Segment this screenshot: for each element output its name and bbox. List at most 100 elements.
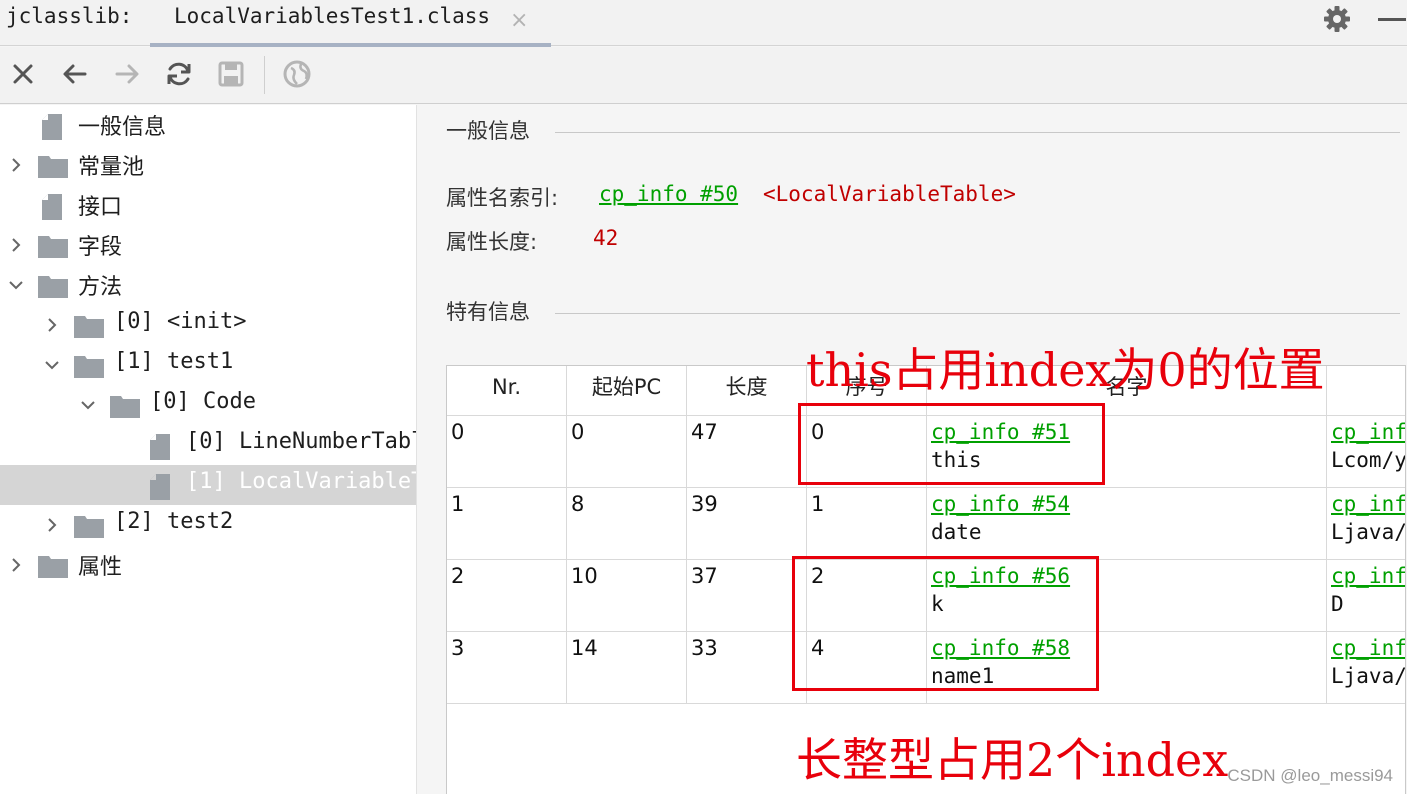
tree-item-label: 常量池	[78, 155, 145, 180]
chevron-down-icon[interactable]	[8, 277, 24, 293]
annotation-top: this占用index为0的位置	[806, 343, 1325, 397]
section-divider	[555, 313, 1400, 314]
tree-item-label: [0] Code	[150, 389, 256, 414]
tree-item-method-test2[interactable]: [2] test2	[0, 505, 416, 545]
column-header-start-pc[interactable]: 起始PC	[567, 366, 687, 416]
descriptor-cp-link[interactable]: cp_inf	[1331, 492, 1405, 516]
tree-item-label: [1] test1	[114, 349, 234, 374]
descriptor-value: D	[1331, 592, 1344, 616]
highlight-box-k-name1	[792, 556, 1099, 691]
tab-close-icon[interactable]: ×	[510, 8, 528, 33]
chevron-right-icon[interactable]	[8, 157, 24, 173]
tree-item-method-test1[interactable]: [1] test1	[0, 345, 416, 385]
chevron-down-icon[interactable]	[80, 397, 96, 413]
cell-name: cp_info #54 date	[927, 488, 1327, 560]
highlight-box-this	[798, 403, 1105, 485]
tree-item-label: 方法	[78, 275, 123, 300]
file-icon	[150, 434, 170, 460]
cell-nr: 1	[447, 488, 567, 560]
chevron-down-icon[interactable]	[44, 357, 60, 373]
tree-item-line-number-table[interactable]: [0] LineNumberTabl	[0, 425, 416, 465]
folder-icon	[38, 156, 68, 178]
cell-descriptor: cp_inf Ljava/	[1327, 488, 1406, 560]
tree-item-general-info[interactable]: 一般信息	[0, 105, 416, 145]
descriptor-cp-link[interactable]: cp_inf	[1331, 564, 1405, 588]
minimize-icon[interactable]	[1378, 18, 1406, 21]
close-icon[interactable]	[8, 59, 38, 89]
descriptor-value: Ljava/	[1331, 664, 1406, 688]
tree-item-fields[interactable]: 字段	[0, 225, 416, 265]
cell-index: 1	[807, 488, 927, 560]
folder-icon	[38, 276, 68, 298]
tab-bar: jclasslib: LocalVariablesTest1.class ×	[0, 0, 1407, 47]
app-prefix: jclasslib:	[6, 4, 133, 28]
cell-length: 39	[687, 488, 807, 560]
attribute-length-label: 属性长度:	[446, 230, 538, 254]
descriptor-cp-link[interactable]: cp_inf	[1331, 420, 1405, 444]
file-icon	[42, 114, 62, 140]
globe-icon[interactable]	[282, 59, 312, 89]
tree-item-code[interactable]: [0] Code	[0, 385, 416, 425]
tree-item-label: [2] test2	[114, 509, 234, 534]
tree-item-method-init[interactable]: [0] <init>	[0, 305, 416, 345]
tree-item-methods[interactable]: 方法	[0, 265, 416, 305]
cell-start-pc: 10	[567, 560, 687, 632]
folder-icon	[74, 316, 104, 338]
attribute-length-value: 42	[593, 226, 619, 250]
tree-item-label: 接口	[78, 195, 123, 220]
chevron-right-icon[interactable]	[8, 237, 24, 253]
cell-descriptor: cp_inf Lcom/y	[1327, 416, 1406, 488]
tree-item-label: [1] LocalVariableT	[186, 469, 417, 494]
descriptor-value: Lcom/y	[1331, 448, 1406, 472]
annotation-bottom: 长整型占用2个index	[796, 733, 1229, 787]
tree-item-attributes[interactable]: 属性	[0, 545, 416, 585]
back-arrow-icon[interactable]	[60, 59, 90, 89]
structure-tree: 一般信息 常量池 接口 字段 方法 [0] <init> [1] test1 […	[0, 105, 417, 794]
attribute-name-index-link[interactable]: cp_info #50	[599, 182, 738, 206]
section-divider	[555, 132, 1400, 133]
tree-item-local-variable-table[interactable]: [1] LocalVariableT	[0, 465, 417, 505]
attribute-name-index-label: 属性名索引:	[446, 186, 559, 210]
tree-item-label: 字段	[78, 235, 123, 260]
folder-icon	[38, 556, 68, 578]
cell-length: 33	[687, 632, 807, 704]
folder-icon	[74, 356, 104, 378]
cell-nr: 2	[447, 560, 567, 632]
folder-icon	[74, 516, 104, 538]
name-cp-link[interactable]: cp_info #54	[931, 492, 1322, 516]
refresh-icon[interactable]	[164, 59, 194, 89]
section-title-general: 一般信息	[446, 119, 530, 143]
toolbar	[0, 47, 1407, 104]
watermark: CSDN @leo_messi94	[1227, 766, 1393, 785]
file-icon	[150, 474, 170, 500]
cell-start-pc: 14	[567, 632, 687, 704]
forward-arrow-icon[interactable]	[112, 59, 142, 89]
chevron-right-icon[interactable]	[8, 557, 24, 573]
cell-nr: 0	[447, 416, 567, 488]
descriptor-cp-link[interactable]: cp_inf	[1331, 636, 1405, 660]
descriptor-value: Ljava/	[1331, 520, 1406, 544]
file-icon	[42, 194, 62, 220]
tree-item-label: 一般信息	[78, 115, 167, 140]
tab-class-file[interactable]: LocalVariablesTest1.class ×	[150, 0, 551, 47]
column-header-nr[interactable]: Nr.	[447, 366, 567, 416]
column-header-descriptor[interactable]	[1327, 366, 1405, 416]
cell-start-pc: 0	[567, 416, 687, 488]
gear-icon[interactable]	[1322, 4, 1352, 34]
tree-item-interfaces[interactable]: 接口	[0, 185, 416, 225]
folder-icon	[110, 396, 140, 418]
cell-descriptor: cp_inf D	[1327, 560, 1405, 632]
chevron-right-icon[interactable]	[44, 517, 60, 533]
tree-item-label: [0] <init>	[114, 309, 247, 334]
save-icon[interactable]	[216, 59, 246, 89]
section-title-specific: 特有信息	[446, 300, 530, 324]
cell-start-pc: 8	[567, 488, 687, 560]
tree-item-constant-pool[interactable]: 常量池	[0, 145, 416, 185]
attribute-name-value: <LocalVariableTable>	[763, 182, 1016, 206]
name-value: date	[931, 520, 982, 544]
cell-length: 37	[687, 560, 807, 632]
cell-descriptor: cp_inf Ljava/	[1327, 632, 1406, 704]
column-header-length[interactable]: 长度	[687, 366, 807, 416]
chevron-right-icon[interactable]	[44, 317, 60, 333]
tab-label: LocalVariablesTest1.class	[174, 4, 491, 28]
